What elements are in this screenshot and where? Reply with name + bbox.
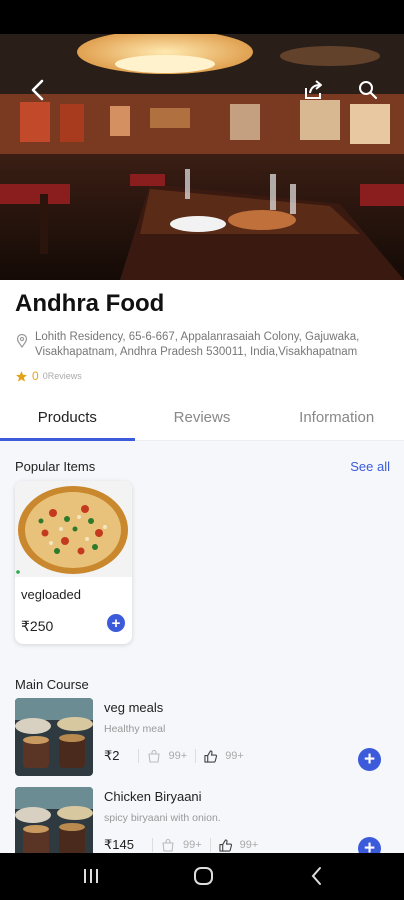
search-button[interactable] <box>352 74 384 106</box>
order-count: 99+ <box>168 750 188 762</box>
menu-item-description: Healthy meal <box>104 723 166 735</box>
share-button[interactable] <box>298 74 330 106</box>
menu-item-meta: ₹145 99+ 99+ <box>104 837 258 853</box>
add-to-cart-button[interactable]: + <box>107 614 125 632</box>
restaurant-tabs: Products Reviews Information <box>0 398 404 441</box>
share-icon <box>305 80 322 99</box>
reviews-count: 0Reviews <box>42 371 82 381</box>
plus-icon: + <box>363 838 376 853</box>
meal-photo <box>15 698 93 776</box>
pizza-illustration <box>16 486 128 574</box>
see-all-link[interactable]: See all <box>350 459 390 474</box>
add-to-cart-button[interactable]: + <box>358 837 381 853</box>
popular-item-name: vegloaded <box>21 587 81 602</box>
menu-item-name: Chicken Biryaani <box>104 789 202 804</box>
order-bag-icon <box>162 838 174 852</box>
restaurant-interior-photo <box>0 34 404 280</box>
thumbs-up-icon <box>219 838 232 852</box>
rating-summary: 0 0Reviews <box>15 369 82 383</box>
star-icon <box>16 370 27 382</box>
thumbs-up-icon <box>204 749 218 763</box>
order-count: 99+ <box>182 839 202 851</box>
plus-icon: + <box>111 614 121 632</box>
restaurant-address: Lohith Residency, 65-6-667, Appalanrasai… <box>15 330 390 360</box>
menu-item-price: ₹2 <box>104 748 120 763</box>
like-count: 99+ <box>239 839 259 851</box>
menu-item-meta: ₹2 99+ 99+ <box>104 748 244 764</box>
order-bag-icon <box>147 749 160 763</box>
tab-reviews[interactable]: Reviews <box>135 398 270 440</box>
plus-icon: + <box>363 749 376 770</box>
tab-products[interactable]: Products <box>0 398 135 441</box>
restaurant-name: Andhra Food <box>15 290 165 317</box>
address-line-2: Visakhapatnam, Andhra Pradesh 530011, In… <box>35 346 358 358</box>
search-icon <box>359 81 378 100</box>
divider <box>137 749 139 763</box>
menu-item-description: spicy biryaani with onion. <box>104 812 221 824</box>
tab-information[interactable]: Information <box>269 398 404 440</box>
location-pin-icon <box>16 334 28 348</box>
divider <box>195 749 197 763</box>
status-bar <box>0 0 404 34</box>
address-line-1: Lohith Residency, 65-6-667, Appalanrasai… <box>35 331 360 343</box>
popular-item-card[interactable]: vegloaded ₹250 + <box>15 481 132 644</box>
popular-item-price: ₹250 <box>21 618 54 634</box>
menu-item-name: veg meals <box>104 700 164 715</box>
menu-item-price: ₹145 <box>104 837 134 852</box>
back-nav-icon[interactable] <box>311 867 321 885</box>
veg-meals-image <box>15 698 93 776</box>
pizza-image <box>15 481 132 577</box>
main-course-title: Main Course <box>15 677 89 692</box>
divider <box>209 838 211 852</box>
back-button[interactable] <box>22 74 54 106</box>
restaurant-cover-image <box>0 34 404 280</box>
products-panel: Popular Items See all vegloaded ₹250 + M… <box>0 441 404 853</box>
meal-photo <box>15 787 93 853</box>
rating-value: 0 <box>32 369 39 383</box>
add-to-cart-button[interactable]: + <box>358 748 381 771</box>
recent-apps-icon[interactable] <box>84 869 98 883</box>
menu-item[interactable]: veg meals Healthy meal ₹2 99+ 99+ + <box>15 698 395 776</box>
divider <box>151 838 153 852</box>
system-navigation-bar <box>0 853 404 900</box>
menu-item[interactable]: Chicken Biryaani spicy biryaani with oni… <box>15 787 395 853</box>
chicken-biryaani-image <box>15 787 93 853</box>
like-count: 99+ <box>225 750 244 762</box>
popular-items-title: Popular Items <box>15 459 96 474</box>
nav-buttons <box>84 867 321 885</box>
home-icon[interactable] <box>194 867 213 885</box>
back-arrow-icon <box>31 79 44 101</box>
